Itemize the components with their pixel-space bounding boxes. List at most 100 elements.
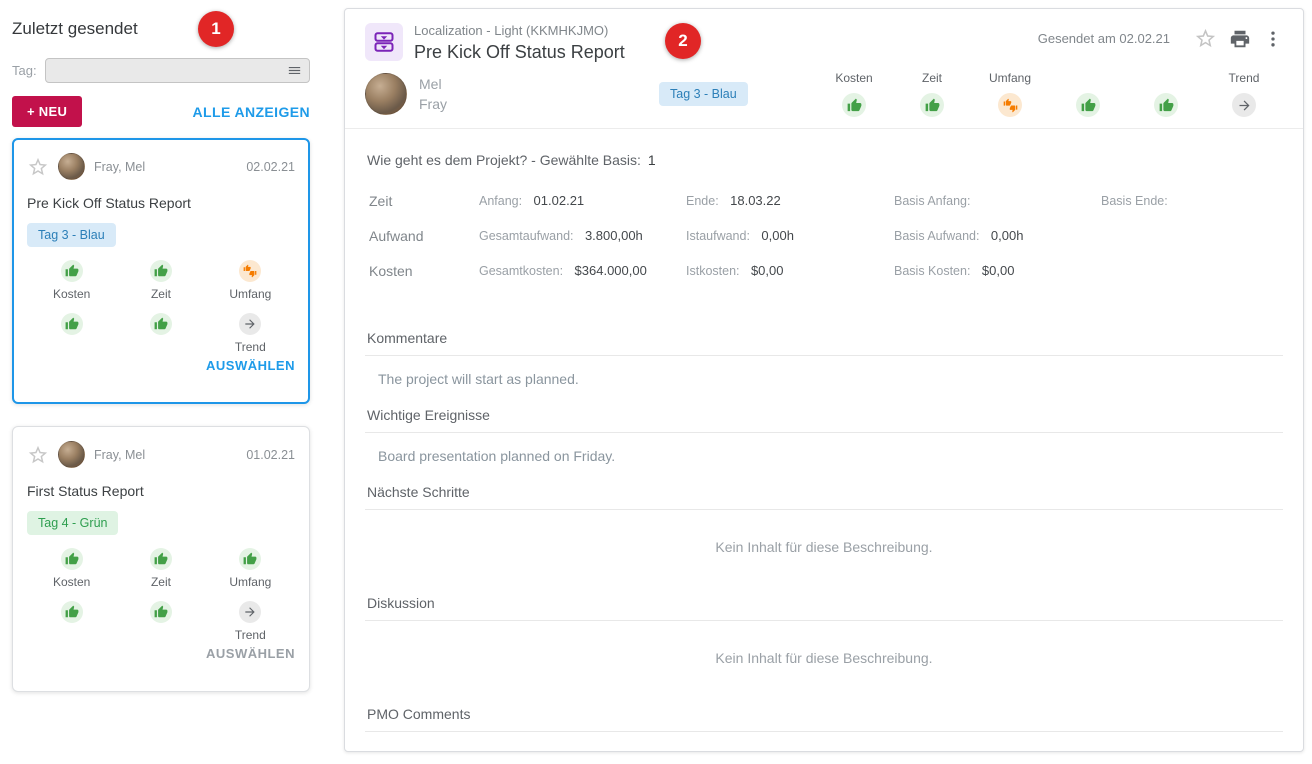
print-icon[interactable] xyxy=(1229,28,1251,50)
arrow-right-icon xyxy=(1232,93,1256,117)
thumb-up-icon xyxy=(150,260,172,282)
author-name: Mel Fray xyxy=(419,74,447,114)
status-cell: Trend xyxy=(235,601,266,644)
thumb-up-icon xyxy=(1076,93,1100,117)
thumb-up-icon xyxy=(150,601,172,623)
annotation-badge-2: 2 xyxy=(665,23,701,59)
select-report-button[interactable]: AUSWÄHLEN xyxy=(27,646,295,661)
figure-value: 01.02.21 xyxy=(534,193,585,208)
status-cell: Trend xyxy=(235,313,266,356)
figure-value: 3.800,00h xyxy=(585,228,643,243)
status-column xyxy=(1049,71,1127,117)
thumbs-mixed-icon xyxy=(998,93,1022,117)
thumb-up-icon xyxy=(61,260,83,282)
favorite-star-icon[interactable] xyxy=(27,444,49,466)
status-grid: Kosten Zeit Umfang xyxy=(27,548,295,644)
description-section: Diskussion Kein Inhalt für diese Beschre… xyxy=(365,595,1283,693)
card-date: 02.02.21 xyxy=(246,160,295,174)
figure-row-label: Kosten xyxy=(365,263,479,279)
figure-cell: Gesamtaufwand: 3.800,00h xyxy=(479,227,686,245)
status-label: Zeit xyxy=(151,287,171,301)
figure-value: $364.000,00 xyxy=(575,263,647,278)
status-indicator-row: Kosten Zeit Umfang Trend xyxy=(815,71,1283,117)
section-title: Wichtige Ereignisse xyxy=(365,407,1283,433)
report-card[interactable]: Fray, Mel 01.02.21 First Status Report T… xyxy=(12,426,310,692)
section-body: Kein Inhalt für diese Beschreibung. xyxy=(365,732,1283,752)
status-label: Trend xyxy=(235,340,266,354)
thumb-up-icon xyxy=(920,93,944,117)
arrow-right-icon xyxy=(239,601,261,623)
figure-row: Zeit Anfang: 01.02.21 Ende: 18.03.22 Bas… xyxy=(365,183,1283,218)
card-title: Pre Kick Off Status Report xyxy=(27,195,295,211)
status-cell: Umfang xyxy=(229,548,271,591)
status-label: Kosten xyxy=(53,287,90,301)
report-title: Pre Kick Off Status Report xyxy=(414,42,625,63)
figure-value: 18.03.22 xyxy=(730,193,781,208)
sent-date-label: Gesendet am 02.02.21 xyxy=(1038,31,1170,46)
menu-icon xyxy=(286,62,303,79)
figure-key: Ende: xyxy=(686,194,719,208)
thumb-up-icon xyxy=(150,313,172,335)
project-icon xyxy=(365,23,403,61)
status-cell: Zeit xyxy=(150,548,172,591)
thumb-up-icon xyxy=(61,548,83,570)
status-column: Umfang xyxy=(971,71,1049,117)
thumb-up-icon xyxy=(61,313,83,335)
favorite-star-icon[interactable] xyxy=(1194,27,1217,50)
status-label: Trend xyxy=(1229,71,1260,86)
figure-key: Gesamtkosten: xyxy=(479,264,563,278)
project-name: Localization - Light (KKMHKJMO) xyxy=(414,23,625,38)
show-all-link[interactable]: ALLE ANZEIGEN xyxy=(193,104,310,120)
tag-filter-input[interactable] xyxy=(45,58,310,83)
status-column xyxy=(1127,71,1205,117)
status-label: Umfang xyxy=(229,575,271,589)
select-report-button[interactable]: AUSWÄHLEN xyxy=(27,358,295,373)
description-section: Kommentare The project will start as pla… xyxy=(365,330,1283,394)
thumb-up-icon xyxy=(150,548,172,570)
section-body: Kein Inhalt für diese Beschreibung. xyxy=(365,510,1283,582)
figure-cell: Gesamtkosten: $364.000,00 xyxy=(479,262,686,280)
figure-key: Istaufwand: xyxy=(686,229,750,243)
favorite-star-icon[interactable] xyxy=(27,156,49,178)
tag-filter-label: Tag: xyxy=(12,63,37,78)
figure-key: Istkosten: xyxy=(686,264,740,278)
status-column: Trend xyxy=(1205,71,1283,117)
description-section: PMO Comments Kein Inhalt für diese Besch… xyxy=(365,706,1283,752)
figure-value: 0,00h xyxy=(761,228,794,243)
figure-cell: Basis Anfang: xyxy=(894,192,1101,210)
tag-chip: Tag 3 - Blau xyxy=(659,82,748,106)
project-question: Wie geht es dem Projekt? - Gewählte Basi… xyxy=(365,152,1283,168)
figure-key: Gesamtaufwand: xyxy=(479,229,574,243)
figure-row-label: Aufwand xyxy=(365,228,479,244)
description-sections: Kommentare The project will start as pla… xyxy=(365,330,1283,752)
section-body: The project will start as planned. xyxy=(365,356,1283,394)
report-card[interactable]: Fray, Mel 02.02.21 Pre Kick Off Status R… xyxy=(12,138,310,404)
report-card-list: Fray, Mel 02.02.21 Pre Kick Off Status R… xyxy=(12,138,310,692)
status-label: Kosten xyxy=(53,575,90,589)
section-title: Diskussion xyxy=(365,595,1283,621)
author-avatar xyxy=(58,153,85,180)
status-label: Trend xyxy=(235,628,266,642)
status-label: Kosten xyxy=(835,71,872,86)
thumb-up-icon xyxy=(61,601,83,623)
figure-key: Basis Aufwand: xyxy=(894,229,979,243)
status-cell: Umfang xyxy=(229,260,271,303)
figure-cell: Anfang: 01.02.21 xyxy=(479,192,686,210)
section-body: Kein Inhalt für diese Beschreibung. xyxy=(365,621,1283,693)
tag-chip: Tag 4 - Grün xyxy=(27,511,118,535)
description-section: Wichtige Ereignisse Board presentation p… xyxy=(365,407,1283,471)
author-avatar xyxy=(58,441,85,468)
figure-cell: Basis Kosten: $0,00 xyxy=(894,262,1101,280)
figure-row: Aufwand Gesamtaufwand: 3.800,00h Istaufw… xyxy=(365,218,1283,253)
header-divider xyxy=(345,128,1303,129)
more-options-icon[interactable] xyxy=(1263,29,1283,49)
status-report-panel: Localization - Light (KKMHKJMO) Pre Kick… xyxy=(344,8,1304,752)
status-cell xyxy=(61,313,83,356)
section-body: Board presentation planned on Friday. xyxy=(365,433,1283,471)
status-cell: Kosten xyxy=(53,548,90,591)
new-report-button[interactable]: + NEU xyxy=(12,96,82,127)
status-cell xyxy=(61,601,83,644)
annotation-badge-1: 1 xyxy=(198,11,234,47)
figure-cell: Basis Ende: xyxy=(1101,192,1283,210)
card-author: Fray, Mel xyxy=(94,160,145,174)
